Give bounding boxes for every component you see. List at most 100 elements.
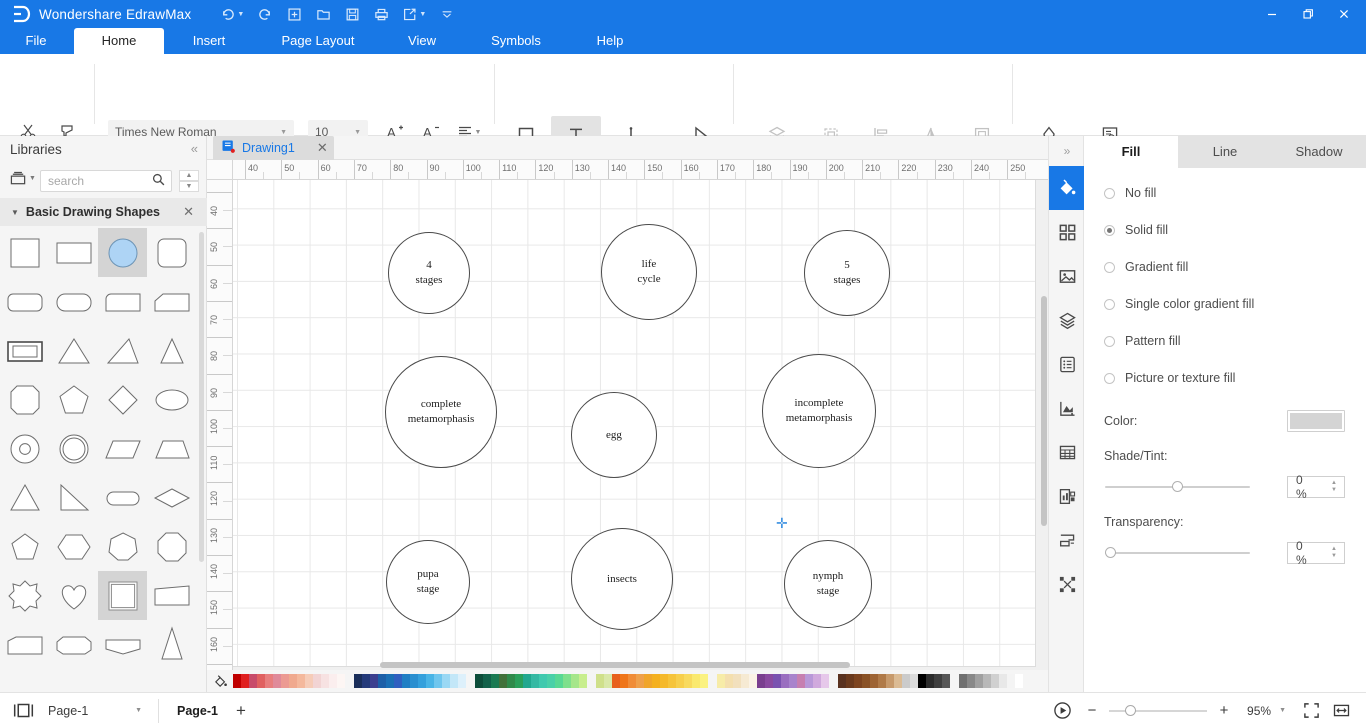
shade-tint-stepper[interactable]: ▲ ▼ xyxy=(1316,477,1344,497)
color-swatch[interactable] xyxy=(983,674,991,688)
color-swatch[interactable] xyxy=(902,674,910,688)
option-gradient-fill[interactable]: Gradient fill xyxy=(1104,258,1188,276)
menu-tab-insert[interactable]: Insert xyxy=(180,28,238,54)
page-tab-page-1[interactable]: Page-1 xyxy=(167,704,228,718)
color-swatch[interactable] xyxy=(846,674,854,688)
shape-concentric-circle[interactable] xyxy=(49,424,98,473)
color-swatch[interactable] xyxy=(692,674,700,688)
color-swatch[interactable] xyxy=(426,674,434,688)
menu-tab-help[interactable]: Help xyxy=(586,28,634,54)
node-insects[interactable]: insects xyxy=(571,528,673,630)
scroll-up-icon[interactable]: ▲ xyxy=(179,170,199,181)
color-swatch[interactable] xyxy=(241,674,249,688)
close-icon[interactable] xyxy=(1326,0,1362,28)
shape-pentagon-2[interactable] xyxy=(0,522,49,571)
radio-gradient-fill[interactable] xyxy=(1104,261,1115,273)
fill-bucket-icon[interactable] xyxy=(207,674,233,689)
color-swatch[interactable] xyxy=(579,674,587,688)
color-swatch[interactable] xyxy=(660,674,668,688)
open-folder-icon[interactable] xyxy=(310,3,336,25)
color-swatch[interactable] xyxy=(410,674,418,688)
shape-rounded-rectangle[interactable] xyxy=(0,277,49,326)
shape-framed-rectangle[interactable] xyxy=(0,326,49,375)
double-chevron-left-icon[interactable]: « xyxy=(191,141,198,156)
zoom-out-button[interactable]: − xyxy=(1079,700,1105,722)
color-swatch[interactable] xyxy=(547,674,555,688)
shape-chamfer-rect[interactable] xyxy=(0,620,49,669)
color-swatch[interactable] xyxy=(741,674,749,688)
fit-width-icon[interactable] xyxy=(1328,700,1354,722)
drawing-canvas[interactable]: ✛ 4 stages life cycle 5 stages complete metamor… xyxy=(233,180,1048,670)
shape-rounded-top-rect[interactable] xyxy=(98,277,147,326)
menu-tab-home[interactable]: Home xyxy=(74,28,164,54)
transparency-slider[interactable] xyxy=(1105,546,1250,560)
color-swatch[interactable] xyxy=(789,674,797,688)
shape-right-triangle[interactable] xyxy=(49,473,98,522)
color-swatch[interactable] xyxy=(684,674,692,688)
color-swatch[interactable] xyxy=(329,674,337,688)
tab-fill[interactable]: Fill xyxy=(1084,136,1178,168)
canvas-horizontal-scrollbar[interactable] xyxy=(380,662,850,668)
restore-icon[interactable] xyxy=(1290,0,1326,28)
color-swatch[interactable] xyxy=(491,674,499,688)
rail-fill-bucket-icon[interactable] xyxy=(1049,166,1085,210)
rail-grid-squares-icon[interactable] xyxy=(1049,210,1085,254)
color-swatch[interactable] xyxy=(959,674,967,688)
color-swatch[interactable] xyxy=(362,674,370,688)
menu-tab-view[interactable]: View xyxy=(396,28,448,54)
color-swatch[interactable] xyxy=(813,674,821,688)
close-icon[interactable]: ✕ xyxy=(183,204,194,220)
chevron-down-icon[interactable]: ▼ xyxy=(1279,707,1286,714)
shape-rounded-rect-2[interactable] xyxy=(49,277,98,326)
node-5-stages[interactable]: 5 stages xyxy=(804,230,890,316)
print-icon[interactable] xyxy=(368,3,394,25)
zoom-slider[interactable] xyxy=(1109,704,1208,718)
color-swatch[interactable] xyxy=(821,674,829,688)
rail-layers-icon[interactable] xyxy=(1049,298,1085,342)
shape-triangle-wide[interactable] xyxy=(49,326,98,375)
color-swatch[interactable] xyxy=(378,674,386,688)
radio-pattern-fill[interactable] xyxy=(1104,335,1115,347)
page-view-icon[interactable] xyxy=(6,703,40,718)
color-swatch[interactable] xyxy=(458,674,466,688)
shape-right-triangle-tall[interactable] xyxy=(98,326,147,375)
color-swatch[interactable] xyxy=(854,674,862,688)
shape-triangle-narrow[interactable] xyxy=(147,326,196,375)
color-swatch[interactable] xyxy=(370,674,378,688)
add-page-button[interactable]: + xyxy=(228,701,254,721)
transparency-value[interactable]: 0 % ▲ ▼ xyxy=(1287,539,1345,567)
save-icon[interactable] xyxy=(339,3,365,25)
color-swatch[interactable] xyxy=(797,674,805,688)
rail-document-list-icon[interactable] xyxy=(1049,342,1085,386)
shape-cut-corner-rect[interactable] xyxy=(49,620,98,669)
color-swatch[interactable] xyxy=(523,674,531,688)
color-swatch[interactable] xyxy=(442,674,450,688)
rail-textbox-icon[interactable] xyxy=(1049,518,1085,562)
color-swatch[interactable] xyxy=(515,674,523,688)
transparency-stepper[interactable]: ▲ ▼ xyxy=(1316,543,1344,563)
color-swatch[interactable] xyxy=(321,674,329,688)
color-swatch[interactable] xyxy=(757,674,765,688)
undo-icon[interactable]: ▼ xyxy=(215,3,249,25)
fill-color-button[interactable] xyxy=(1287,410,1345,432)
node-life-cycle[interactable]: life cycle xyxy=(601,224,697,320)
shape-double-square[interactable] xyxy=(98,571,147,620)
shape-octagon[interactable] xyxy=(147,522,196,571)
color-swatch[interactable] xyxy=(571,674,579,688)
color-swatch[interactable] xyxy=(926,674,934,688)
zoom-in-button[interactable]: + xyxy=(1211,700,1237,722)
color-swatch[interactable] xyxy=(886,674,894,688)
color-swatch[interactable] xyxy=(870,674,878,688)
color-swatch[interactable] xyxy=(475,674,483,688)
shape-circle[interactable] xyxy=(98,228,147,277)
color-swatch[interactable] xyxy=(539,674,547,688)
vertical-ruler[interactable]: 405060708090100110120130140150160170 xyxy=(207,180,233,670)
node-4-stages[interactable]: 4 stages xyxy=(388,232,470,314)
shape-rectangle[interactable] xyxy=(49,228,98,277)
color-swatch[interactable] xyxy=(910,674,918,688)
color-swatch[interactable] xyxy=(297,674,305,688)
shape-one-corner-rect[interactable] xyxy=(147,277,196,326)
color-swatch[interactable] xyxy=(305,674,313,688)
libraries-scrollbar[interactable] xyxy=(199,232,204,562)
rail-infographic-icon[interactable] xyxy=(1049,474,1085,518)
